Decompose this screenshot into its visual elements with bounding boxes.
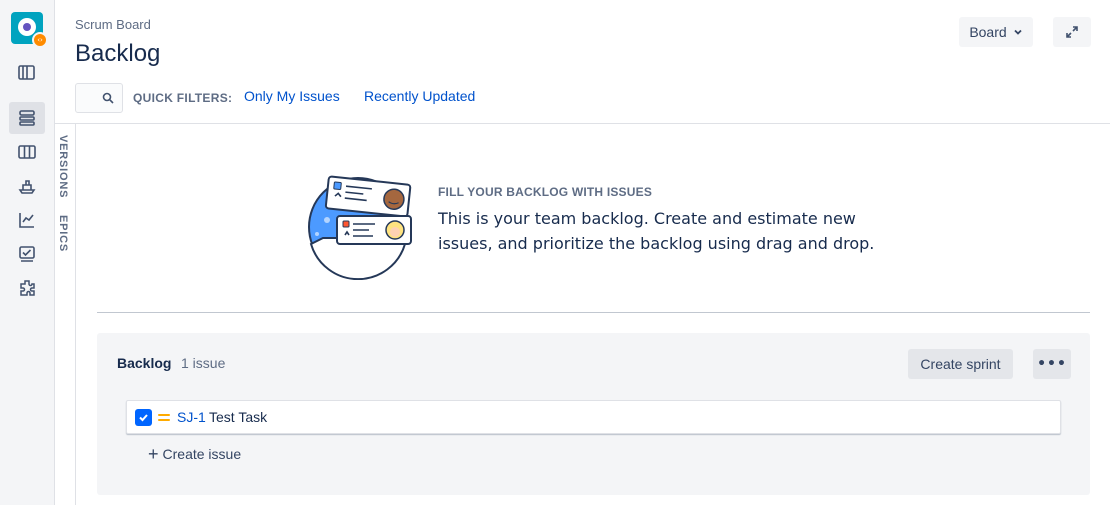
roadmap-icon[interactable] — [9, 57, 45, 89]
header-divider — [55, 123, 1110, 124]
create-issue-button[interactable]: + Create issue — [148, 444, 242, 464]
releases-icon[interactable] — [9, 170, 45, 202]
issue-summary: Test Task — [209, 409, 268, 425]
empty-state-heading: FILL YOUR BACKLOG WITH ISSUES — [438, 185, 653, 199]
versions-tab[interactable]: VERSIONS — [57, 135, 69, 198]
empty-state-body: This is your team backlog. Create and es… — [438, 209, 875, 253]
task-type-icon — [135, 409, 152, 426]
issue-count: 1 issue — [181, 355, 226, 371]
search-icon — [102, 92, 114, 104]
backlog-container: Backlog 1 issue Create sprint ••• SJ-1 T… — [97, 333, 1090, 495]
project-sidebar: ‹› — [0, 0, 55, 505]
create-sprint-button[interactable]: Create sprint — [908, 349, 1013, 379]
backlog-title: Backlog — [117, 355, 172, 371]
more-actions-button[interactable]: ••• — [1033, 349, 1071, 379]
fullscreen-button[interactable] — [1053, 17, 1091, 47]
quick-filters-label: QUICK FILTERS: — [133, 91, 233, 105]
page-title: Backlog — [75, 40, 161, 67]
board-button-label: Board — [969, 24, 1007, 40]
plus-icon: + — [148, 444, 159, 464]
issue-key[interactable]: SJ-1 — [177, 409, 206, 425]
addons-icon[interactable] — [9, 272, 45, 304]
backlog-icon[interactable] — [9, 102, 45, 134]
epics-tab[interactable]: EPICS — [57, 215, 69, 252]
project-avatar[interactable]: ‹› — [11, 12, 48, 48]
board-icon[interactable] — [9, 136, 45, 168]
side-panel-tabs: VERSIONS EPICS — [55, 123, 76, 505]
filter-only-my-issues[interactable]: Only My Issues — [244, 88, 340, 104]
breadcrumb[interactable]: Scrum Board — [75, 17, 151, 32]
create-issue-label: Create issue — [162, 446, 242, 462]
board-dropdown-button[interactable]: Board — [959, 17, 1033, 47]
issue-row[interactable]: SJ-1 Test Task — [126, 400, 1061, 434]
issues-icon[interactable] — [9, 238, 45, 270]
chevron-down-icon — [1014, 29, 1022, 35]
backlog-illustration — [308, 175, 412, 280]
search-input[interactable] — [75, 83, 123, 113]
expand-icon — [1066, 26, 1078, 38]
section-divider — [97, 312, 1090, 313]
filter-recently-updated[interactable]: Recently Updated — [364, 88, 475, 104]
priority-medium-icon — [158, 413, 170, 423]
reports-icon[interactable] — [9, 204, 45, 236]
